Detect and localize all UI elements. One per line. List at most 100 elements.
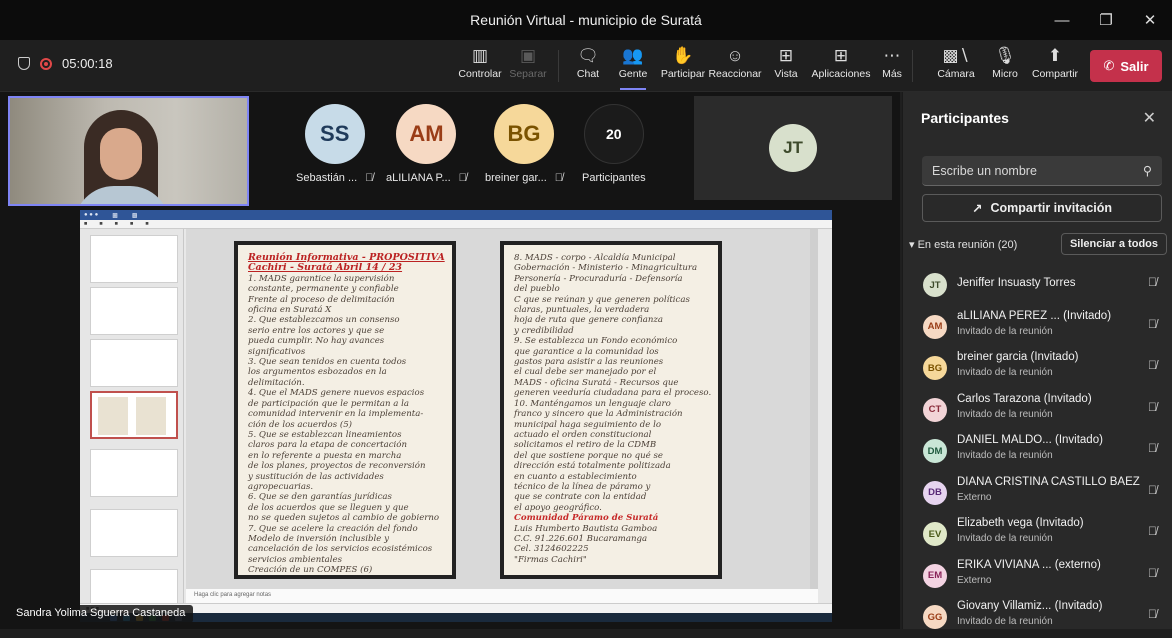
ppt-ribbon: ■ ■ ■ ■ ■ (80, 220, 832, 229)
separate-icon: ▣ (519, 46, 537, 65)
participant-row[interactable]: BG breiner garcia (Invitado) Invitado de l… (903, 347, 1172, 389)
participant-tile-bg[interactable]: BG breiner gar... 🎙̸ (485, 104, 563, 184)
handwritten-line: solicitamos el retiro de la CDMB (514, 440, 657, 451)
handwritten-line: franco y sincero que la Administración (514, 409, 683, 420)
handwritten-line: el cual debe ser manejado por el (514, 367, 657, 378)
speaker-video[interactable] (8, 96, 249, 206)
avatar: DM (923, 439, 947, 463)
participant-row[interactable]: JT Jeniffer Insuasty Torres 🎙̸ (903, 264, 1172, 306)
in-meeting-section: ▾ En esta reunión (20) Silenciar a todos (909, 232, 1167, 256)
share-link-icon: ↗ (971, 201, 983, 216)
handwritten-line: Gobernación - Ministerio - Minagricultur… (514, 263, 698, 274)
handwritten-line: actuado el orden constitucional (514, 429, 652, 440)
share-button[interactable]: ⬆ Compartir (1030, 44, 1080, 90)
add-app-icon: ⊞ (833, 46, 849, 65)
notes-pane[interactable]: Haga clic para agregar notas (186, 589, 818, 603)
slide-thumbnail[interactable] (90, 509, 178, 557)
participant-role: Invitado de la reunión (957, 367, 1053, 378)
handwritten-line: 1. MADS garantice la supervisión (248, 273, 395, 284)
restore-icon[interactable]: ❐ (1084, 0, 1128, 40)
view-button[interactable]: ⊞ Vista (770, 44, 802, 90)
separate-button[interactable]: ▣ Separar (508, 44, 548, 90)
react-button[interactable]: ☺ Reaccionar (708, 44, 762, 90)
participant-row[interactable]: EV Elizabeth vega (Invitado) Invitado de l… (903, 513, 1172, 555)
speaker-person-image (74, 110, 170, 204)
grid-icon: ⊞ (778, 46, 794, 65)
apps-button[interactable]: ⊞ Aplicaciones (810, 44, 872, 90)
handwritten-line: Personería - Procuraduría - Defensoría (514, 273, 683, 284)
handwritten-line: de participación que le permitan a la (248, 398, 410, 409)
avatar: BG (923, 356, 947, 380)
overflow-count: 20 (583, 104, 644, 164)
handwritten-line: de los planes, proyectos de reconversión (248, 461, 426, 472)
close-window-icon[interactable]: ✕ (1128, 0, 1172, 40)
participant-tile-am[interactable]: AM aLILIANA P... 🎙̸ (386, 104, 467, 184)
close-icon[interactable]: ✕ (1143, 108, 1156, 128)
participant-row[interactable]: CT Carlos Tarazona (Invitado) Invitado de … (903, 389, 1172, 431)
speaker-name-label: Sandra Yolima Sguerra Castaneda (8, 605, 194, 623)
handwritten-line: y credibilidad (514, 325, 574, 336)
participant-name: Elizabeth vega (Invitado) (957, 517, 1084, 529)
control-button[interactable]: ▥ Controlar (452, 44, 508, 90)
mute-all-button[interactable]: Silenciar a todos (1060, 233, 1167, 255)
meeting-timer: 05:00:18 (18, 56, 113, 71)
chat-button[interactable]: 🗨 Chat (570, 44, 606, 90)
search-input[interactable]: Escribe un nombre ⚲ (922, 156, 1162, 186)
window-title: Reunión Virtual - municipio de Suratá (470, 12, 702, 28)
more-button[interactable]: ⋯ Más (880, 44, 904, 90)
participant-row[interactable]: DM DANIEL MALDO... (Invitado) Invitado de … (903, 430, 1172, 472)
section-toggle[interactable]: ▾ En esta reunión (20) (909, 238, 1017, 251)
slide-thumbnail[interactable] (90, 235, 178, 283)
mic-off-icon: 🎙̸ (1148, 482, 1157, 497)
participant-row[interactable]: AM aLILIANA PEREZ ... (Invitado) Invitado … (903, 306, 1172, 348)
recording-icon (40, 57, 52, 70)
participant-list: JT Jeniffer Insuasty Torres 🎙̸ AM aLILIANA P… (903, 264, 1172, 638)
participant-name: aLILIANA PEREZ ... (Invitado) (957, 309, 1112, 322)
participant-role: Externo (957, 574, 992, 586)
mic-off-icon: 🎙̸ (458, 172, 467, 184)
slide-thumbnail[interactable] (90, 287, 178, 335)
handwritten-line: 2. Que establezcamos un consenso (248, 315, 400, 326)
slide-thumbnail-selected[interactable] (90, 391, 178, 439)
participant-row[interactable]: EM ERIKA VIVIANA ... (externo) Externo 🎙̸ (903, 555, 1172, 597)
mic-off-icon: 🎙̸ (1148, 441, 1157, 455)
minimize-icon[interactable]: — (1040, 0, 1084, 40)
handwritten-line: serio entre los actores y que se (248, 325, 385, 336)
handwritten-line: de los acuerdos que se lleguen y que (248, 502, 409, 513)
mic-off-icon: 🎙̸ (365, 172, 374, 184)
avatar: JT (923, 273, 947, 297)
camera-button[interactable]: ▩∖ Cámara (936, 44, 976, 90)
participant-row[interactable]: DB DIANA CRISTINA CASTILLO BAEZ Externo 🎙̸ (903, 472, 1172, 514)
participant-row[interactable]: GG Giovany Villamiz... (Invitado) Invitado… (903, 596, 1172, 638)
handwritten-line: 5. Que se establezcan lineamientos (248, 429, 402, 440)
slide-scrollbar[interactable] (810, 229, 818, 589)
handwritten-line: y sustitución de las actividades (248, 471, 384, 482)
handwritten-line: Comunidad Páramo de Suratá (514, 513, 659, 524)
chat-icon: 🗨 (577, 46, 599, 65)
people-button[interactable]: 👥 Gente (616, 44, 650, 90)
phone-hangup-icon: ✆ (1103, 58, 1115, 73)
mic-button[interactable]: 🎙 Micro (988, 44, 1022, 90)
handwritten-line: gastos para asistir a las reuniones (514, 357, 664, 368)
participant-tile-ss[interactable]: SS Sebastián ... 🎙̸ (296, 104, 373, 184)
avatar: CT (923, 397, 947, 422)
handwritten-line: 10. Manténgamos un lenguaje claro (514, 398, 671, 409)
overflow-participants-tile[interactable]: 20 Participantes (582, 104, 646, 184)
participant-tile-jt[interactable]: JT (694, 96, 892, 200)
slide-thumbnail[interactable] (90, 449, 178, 497)
handwritten-line: del pueblo (514, 284, 560, 295)
raise-hand-button[interactable]: ✋ Participar (660, 44, 706, 90)
slide-thumbnail[interactable] (90, 339, 178, 387)
handwritten-page-left: Reunión Informativa - PROPOSITIVA Cachiri… (234, 241, 456, 579)
handwritten-line: Frente al proceso de delimitación (248, 294, 395, 305)
share-invite-button[interactable]: ↗ Compartir invitación (922, 194, 1162, 222)
participant-role: Externo (957, 491, 992, 503)
avatar: AM (923, 314, 947, 339)
leave-button[interactable]: ✆ Salir (1090, 50, 1162, 82)
mic-off-icon: 🎙̸ (1148, 565, 1157, 580)
handwritten-line: Creación de un COMPES (6) (248, 565, 373, 576)
handwritten-line: que garantice a la comunidad los (514, 346, 659, 357)
shared-screen[interactable]: ● ● ● ▩ ▩ ■ ■ ■ ■ ■ Reunión Informativa - PROP… (80, 210, 832, 622)
handwritten-line: del que sostiene porque no qué se (514, 450, 663, 461)
handwritten-line: agropecuarias. (248, 481, 314, 492)
